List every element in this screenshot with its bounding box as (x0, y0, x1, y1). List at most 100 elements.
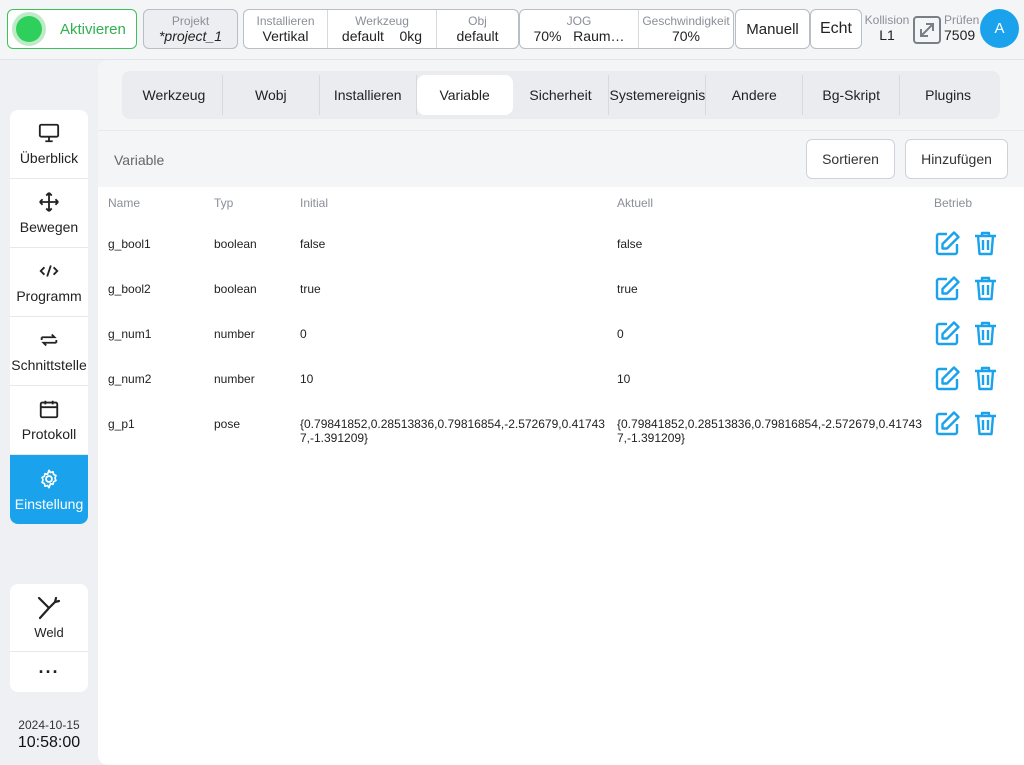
tool-value: default 0kg (328, 28, 436, 44)
header-name: Name (108, 196, 141, 210)
cell-name: g_num1 (108, 327, 152, 341)
obj-selector[interactable]: Obj default (436, 10, 518, 48)
monitor-icon (38, 123, 60, 143)
jog-frame: Raum… (573, 28, 625, 44)
sidebar-item-move[interactable]: Bewegen (10, 179, 88, 248)
trash-icon[interactable] (972, 230, 999, 257)
user-avatar[interactable]: A (980, 9, 1019, 48)
check-indicator[interactable]: Prüfen 7509 (944, 13, 980, 43)
tab-wobj[interactable]: Wobj (223, 75, 320, 115)
cell-current: 0 (617, 327, 624, 341)
section-header: Variable Sortieren Hinzufügen (98, 130, 1024, 187)
cell-initial: true (300, 282, 321, 296)
settings-tabs: Werkzeug Wobj Installieren Variable Sich… (122, 71, 1000, 119)
trash-icon[interactable] (972, 320, 999, 347)
tab-other[interactable]: Andere (706, 75, 804, 115)
edit-icon[interactable] (934, 275, 961, 302)
cell-type: number (214, 327, 255, 341)
cell-initial: {0.79841852,0.28513836,0.79816854,-2.572… (300, 417, 605, 445)
install-value: Vertikal (262, 28, 309, 44)
tab-bg-script[interactable]: Bg-Skript (803, 75, 901, 115)
install-selector[interactable]: Installieren Vertikal (244, 10, 327, 48)
cell-initial: false (300, 237, 326, 251)
code-icon (39, 265, 59, 277)
cell-name: g_num2 (108, 372, 152, 386)
install-caption: Installieren (256, 14, 315, 28)
sort-button[interactable]: Sortieren (806, 139, 895, 179)
cell-current: {0.79841852,0.28513836,0.79816854,-2.572… (617, 417, 922, 445)
table-row: g_num2 number 10 10 (98, 352, 1024, 397)
tool-name: default (341, 28, 384, 44)
obj-value: default (456, 28, 499, 44)
mode-manual-button[interactable]: Manuell (735, 9, 810, 49)
collision-caption: Kollision (864, 13, 910, 27)
cell-name: g_bool2 (108, 282, 151, 296)
tab-variable[interactable]: Variable (416, 75, 513, 115)
top-bar: Aktivieren Projekt *project_1 Installier… (0, 0, 1024, 60)
sidebar-item-label: Überblick (19, 150, 79, 166)
table-row: g_bool1 boolean false false (98, 217, 1024, 262)
activate-label: Aktivieren (60, 20, 126, 38)
jog-speed-group: JOG 70% Raum… Geschwindigkeit 70% (519, 9, 734, 49)
trash-icon[interactable] (972, 275, 999, 302)
tool-weight: 0kg (399, 28, 423, 44)
cell-name: g_p1 (108, 417, 135, 431)
cell-initial: 0 (300, 327, 307, 341)
header-current: Aktuell (617, 196, 654, 210)
activate-button[interactable]: Aktivieren (7, 9, 137, 49)
table-row: g_num1 number 0 0 (98, 307, 1024, 352)
trash-icon[interactable] (972, 410, 999, 437)
edit-icon[interactable] (934, 365, 961, 392)
edit-icon[interactable] (934, 320, 961, 347)
tab-system-events[interactable]: Systemereignis (609, 75, 707, 115)
obj-caption: Obj (468, 14, 487, 28)
header-type: Typ (214, 196, 234, 210)
collision-level: L1 (879, 27, 895, 43)
cell-type: number (214, 372, 255, 386)
sidebar-item-program[interactable]: Programm (10, 248, 88, 317)
edit-icon[interactable] (934, 230, 961, 257)
project-caption: Projekt (171, 14, 210, 28)
table-row: g_p1 pose {0.79841852,0.28513836,0.79816… (98, 397, 1024, 445)
tab-plugins[interactable]: Plugins (900, 75, 996, 115)
header-initial: Initial (300, 196, 329, 210)
weld-torch-icon (37, 596, 61, 620)
jog-selector[interactable]: JOG 70% Raum… (520, 10, 638, 48)
tabbar-area: Werkzeug Wobj Installieren Variable Sich… (98, 60, 1024, 130)
check-value: 7509 (944, 27, 976, 43)
speed-caption: Geschwindigkeit (642, 14, 730, 28)
cell-type: boolean (214, 282, 257, 296)
install-tool-obj-group: Installieren Vertikal Werkzeug default 0… (243, 9, 519, 49)
tool-selector[interactable]: Werkzeug default 0kg (327, 10, 436, 48)
tool-caption: Werkzeug (355, 14, 409, 28)
tab-safety[interactable]: Sicherheit (513, 75, 610, 115)
variable-table: Name Typ Initial Aktuell Betrieb g_bool1… (98, 187, 1024, 445)
cell-current: false (617, 237, 643, 251)
project-selector[interactable]: Projekt *project_1 (143, 9, 238, 49)
plugin-nav-group: Weld ··· (10, 584, 88, 692)
sidebar-item-interface[interactable]: Schnittstelle (10, 317, 88, 386)
add-button[interactable]: Hinzufügen (905, 139, 1008, 179)
cell-type: pose (214, 417, 241, 431)
collision-indicator[interactable]: Kollision L1 (864, 13, 910, 43)
cell-name: g_bool1 (108, 237, 151, 251)
sidebar-item-log[interactable]: Protokoll (10, 386, 88, 455)
speed-value: 70% (671, 28, 701, 44)
tab-tool[interactable]: Werkzeug (126, 75, 223, 115)
trash-icon[interactable] (972, 365, 999, 392)
sidebar-item-settings[interactable]: Einstellung (10, 455, 88, 524)
cell-type: boolean (214, 237, 257, 251)
sidebar-item-overview[interactable]: Überblick (10, 110, 88, 179)
main-panel: Werkzeug Wobj Installieren Variable Sich… (98, 60, 1024, 765)
cell-current: 10 (617, 372, 631, 386)
edit-icon[interactable] (934, 410, 961, 437)
table-header: Name Typ Initial Aktuell Betrieb (98, 187, 1024, 217)
more-menu-button[interactable]: ··· (10, 652, 88, 692)
sidebar-item-weld[interactable]: Weld (10, 584, 88, 652)
table-row: g_bool2 boolean true true (98, 262, 1024, 307)
real-mode-button[interactable]: Echt (810, 9, 862, 49)
sidebar-item-label: Programm (16, 288, 82, 304)
speed-selector[interactable]: Geschwindigkeit 70% (638, 10, 733, 48)
tab-install[interactable]: Installieren (320, 75, 417, 115)
expand-icon[interactable] (912, 15, 942, 45)
